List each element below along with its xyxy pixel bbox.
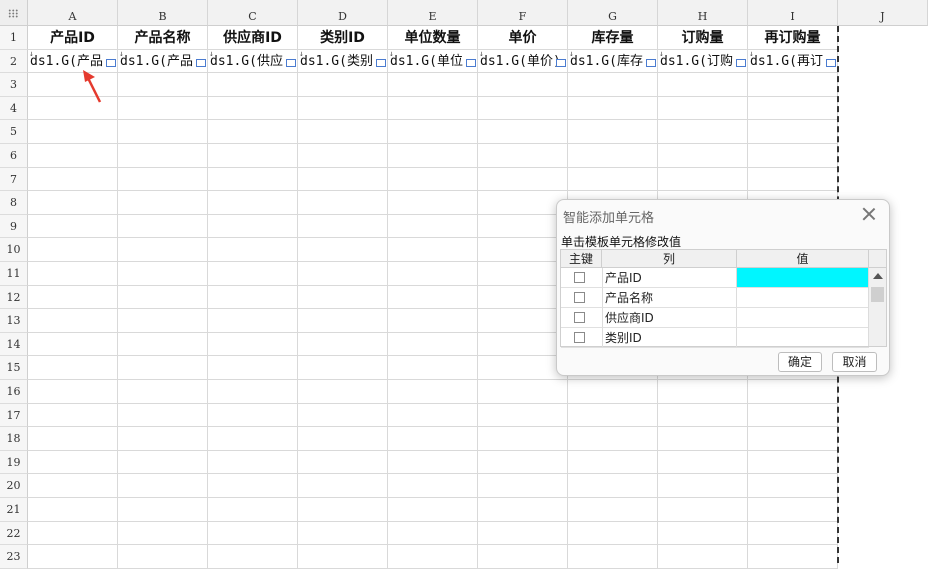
mapping-row: 类别ID — [561, 328, 869, 348]
mapping-value-cell[interactable] — [737, 268, 869, 287]
dialog-title: 智能添加单元格 — [563, 211, 655, 226]
primary-key-checkbox[interactable] — [574, 292, 585, 303]
primary-key-checkbox[interactable] — [574, 272, 585, 283]
mapping-value-cell[interactable] — [737, 288, 869, 307]
scroll-thumb[interactable] — [871, 287, 884, 302]
mapping-column-name: 类别ID — [602, 328, 737, 347]
mapping-row: 供应商ID — [561, 308, 869, 328]
smart-add-cells-dialog: 智能添加单元格 单击模板单元格修改值 主键 列 值 产品ID 产品名称 供应商ID 类… — [556, 199, 890, 376]
primary-key-checkbox[interactable] — [574, 312, 585, 323]
mapping-row: 产品名称 — [561, 288, 869, 308]
column-mapping-grid: 主键 列 值 产品ID 产品名称 供应商ID 类别ID — [560, 249, 887, 348]
mapping-row: 产品ID — [561, 268, 869, 288]
mapping-column-name: 产品ID — [602, 268, 737, 287]
mapping-column-name: 产品名称 — [602, 288, 737, 307]
grid-header-key: 主键 — [561, 250, 602, 268]
grid-scrollbar[interactable] — [868, 268, 886, 346]
scroll-up-arrow-icon[interactable] — [873, 273, 883, 279]
primary-key-checkbox[interactable] — [574, 332, 585, 343]
mapping-value-cell[interactable] — [737, 328, 869, 347]
dialog-hint: 单击模板单元格修改值 — [561, 235, 682, 249]
grid-header-column: 列 — [602, 250, 737, 268]
grid-header-spacer — [869, 250, 886, 268]
close-icon[interactable] — [861, 206, 877, 222]
mapping-value-cell[interactable] — [737, 308, 869, 327]
ok-button[interactable]: 确定 — [778, 352, 822, 372]
grid-header-value: 值 — [737, 250, 869, 268]
mapping-column-name: 供应商ID — [602, 308, 737, 327]
cancel-button[interactable]: 取消 — [832, 352, 877, 372]
